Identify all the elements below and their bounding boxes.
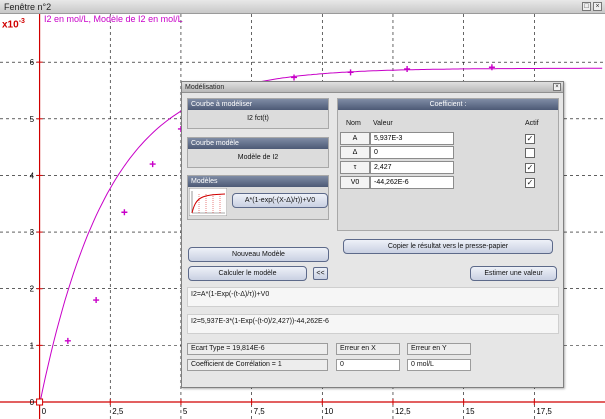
col-header-nom: Nom <box>346 120 361 127</box>
col-header-valeur: Valeur <box>373 120 393 127</box>
estimer-valeur-button[interactable]: Estimer une valeur <box>470 266 557 281</box>
calculer-modele-button[interactable]: Calculer le modèle <box>188 266 307 281</box>
courbe-modele-panel: Courbe modèle Modèle de I2 <box>187 137 329 168</box>
courbe-a-modeliser-header: Courbe à modéliser <box>188 99 328 110</box>
model-formula-button[interactable]: A*(1-exp(-(X-Δ)/τ))+V0 <box>232 193 328 208</box>
erreur-x-label: Erreur en X <box>336 343 400 355</box>
y-tick-label-6: 6 <box>30 58 35 67</box>
dialog-close-icon[interactable]: × <box>553 83 561 91</box>
coef-name-a: A <box>340 132 370 145</box>
data-point-10 <box>488 64 495 71</box>
data-point-8 <box>347 69 354 76</box>
model-thumbnail-icon[interactable] <box>189 188 227 216</box>
coef-name-v0: V0 <box>340 176 370 189</box>
modeles-header: Modèles <box>188 176 328 187</box>
courbe-modele-header: Courbe modèle <box>188 138 328 149</box>
col-header-actif: Actif <box>525 120 539 127</box>
copy-result-button[interactable]: Copier le résultat vers le presse-papier <box>343 239 553 254</box>
coef-name-delta: Δ <box>340 146 370 159</box>
coef-active-v0-checkbox[interactable]: ✓ <box>525 178 535 188</box>
y-exponent-power: -3 <box>18 18 25 25</box>
coef-name-tau: τ <box>340 161 370 174</box>
coef-active-a-checkbox[interactable]: ✓ <box>525 134 535 144</box>
x-tick-label-0: 0 <box>42 407 47 416</box>
coef-value-delta[interactable]: 0 <box>370 146 454 159</box>
application-window: Fenêtre n°2 □ × 0 2,5 5 7,5 10 12,5 15 17,5 0 1 2 3… <box>0 0 605 419</box>
erreur-y-label: Erreur en Y <box>407 343 471 355</box>
y-exponent-base: x10 <box>2 19 19 31</box>
x-tick-label-6: 15 <box>466 407 475 416</box>
y-tick-label-5: 5 <box>30 115 35 124</box>
data-point-3 <box>149 161 156 168</box>
data-point-9 <box>404 65 411 72</box>
x-tick-label-2: 5 <box>183 407 188 416</box>
dialog-title: Modélisation <box>185 84 225 91</box>
coef-value-a[interactable]: 5,937E-3 <box>370 132 454 145</box>
courbe-a-modeliser-panel: Courbe à modéliser I2 fct(t) <box>187 98 329 129</box>
courbe-modele-value[interactable]: Modèle de I2 <box>188 149 328 167</box>
y-tick-label-1: 1 <box>30 341 35 350</box>
y-tick-label-3: 3 <box>30 228 35 237</box>
data-point-2 <box>121 209 128 216</box>
courbe-a-modeliser-value[interactable]: I2 fct(t) <box>188 110 328 128</box>
coefficient-header: Coefficient : <box>338 99 558 110</box>
close-icon[interactable]: × <box>593 2 602 11</box>
model-expression-field[interactable]: I2=A*(1-Exp(-(t-Δ)/τ))+V0 <box>187 287 559 307</box>
y-tick-label-2: 2 <box>30 285 35 294</box>
data-point-7 <box>291 74 298 81</box>
origin-marker <box>36 398 44 406</box>
x-tick-label-5: 12,5 <box>395 407 411 416</box>
result-expression-field[interactable]: I2=5,937E-3*(1-Exp(-(t-0)/2,427))-44,262… <box>187 314 559 334</box>
plot-title: I2 en mol/L, Modèle de I2 en mol/L <box>44 14 183 24</box>
window-title-bar[interactable]: Fenêtre n°2 □ × <box>0 0 605 14</box>
nouveau-modele-button[interactable]: Nouveau Modèle <box>188 247 329 262</box>
coef-active-tau-checkbox[interactable]: ✓ <box>525 163 535 173</box>
x-tick-label-4: 10 <box>324 407 333 416</box>
coef-active-delta-checkbox[interactable] <box>525 148 535 158</box>
data-point-1 <box>93 297 100 304</box>
ecart-type-label: Ecart Type = 19,814E-6 <box>187 343 328 355</box>
data-point-0 <box>64 337 71 344</box>
y-tick-label-4: 4 <box>30 171 35 180</box>
maximize-icon[interactable]: □ <box>582 2 591 11</box>
coef-value-v0[interactable]: -44,262E-6 <box>370 176 454 189</box>
erreur-y-input[interactable]: 0 mol/L <box>407 359 471 371</box>
y-tick-label-0: 0 <box>30 398 35 407</box>
x-tick-label-1: 2,5 <box>112 407 124 416</box>
dialog-title-bar[interactable]: Modélisation × <box>182 82 563 93</box>
correlation-label: Coefficient de Corrélation = 1 <box>187 359 328 371</box>
y-axis-exponent: x10-3 <box>2 18 25 30</box>
x-tick-label-3: 7,5 <box>254 407 266 416</box>
x-tick-label-7: 17,5 <box>536 407 552 416</box>
erreur-x-input[interactable]: 0 <box>336 359 400 371</box>
coef-value-tau[interactable]: 2,427 <box>370 161 454 174</box>
window-title: Fenêtre n°2 <box>4 2 52 12</box>
collapse-button[interactable]: << <box>313 267 328 280</box>
